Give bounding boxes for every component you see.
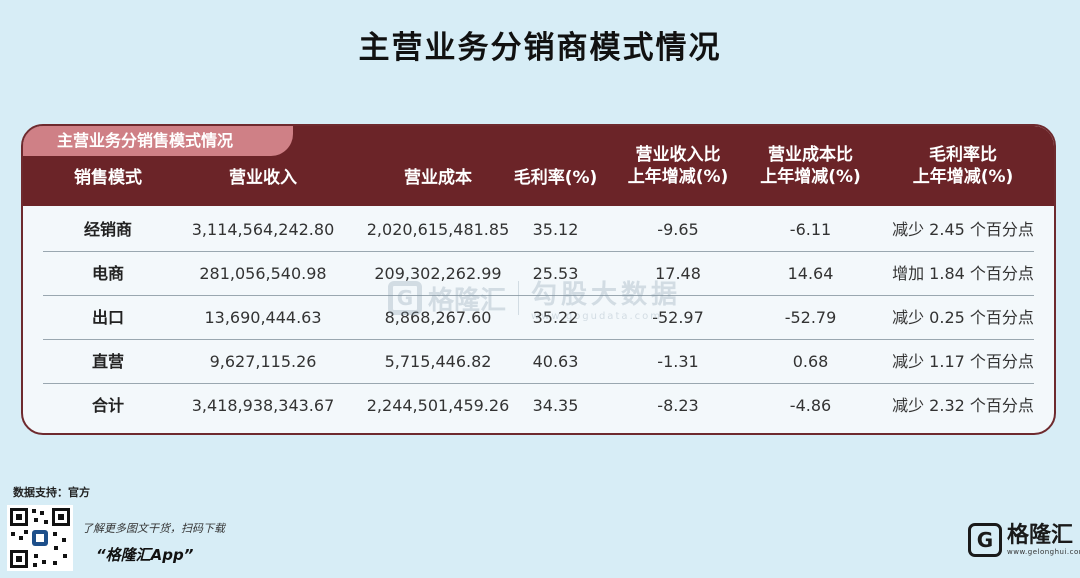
brand-name: 格隆汇 [1007, 523, 1074, 548]
column-header-gross-margin: 毛利率(%) [513, 168, 598, 188]
data-source-note: 数据支持：官方 [13, 486, 90, 499]
table-cell: -8.23 [657, 396, 699, 415]
column-header-revenue: 营业收入 [229, 168, 297, 188]
download-tagline: 了解更多图文干货，扫码下载 [82, 522, 225, 535]
table-row: 合计 3,418,938,343.67 2,244,501,459.26 34.… [23, 384, 1054, 428]
table-cell: -6.11 [789, 220, 832, 239]
watermark-url: www.gogudata.com [531, 311, 663, 322]
table-cell: 经销商 [83, 220, 132, 239]
table-cell: -52.79 [784, 308, 837, 327]
table-cell: 减少 2.45 个百分点 [892, 220, 1034, 239]
gelonghui-logo-icon: G [968, 523, 1002, 557]
column-header-cost-change: 营业成本比 上年增减(%) [760, 145, 861, 187]
watermark-text: 勾股大数据 [531, 280, 682, 310]
table-cell: 减少 2.32 个百分点 [892, 396, 1034, 415]
table-cell: -4.86 [789, 396, 832, 415]
table-cell: 34.35 [532, 396, 579, 415]
table-cell: 电商 [91, 264, 124, 283]
table-header: 主营业务分销售模式情况 销售模式 营业收入 营业成本 毛利率(%) 营业收入比 … [23, 126, 1054, 206]
table-cell: -1.31 [657, 352, 699, 371]
app-name: “格隆汇App” [96, 546, 194, 564]
brand-url: www.gelonghui.com [1007, 548, 1080, 556]
table-cell: 直营 [91, 352, 124, 371]
table-cell: 0.68 [792, 352, 829, 371]
table-cell: 13,690,444.63 [204, 308, 322, 327]
table-cell: 3,418,938,343.67 [191, 396, 335, 415]
qr-code-icon[interactable] [7, 505, 73, 571]
table-row: 直营 9,627,115.26 5,715,446.82 40.63 -1.31… [23, 340, 1054, 384]
page-title: 主营业务分销商模式情况 [358, 30, 722, 66]
table-cell: 合计 [91, 396, 124, 415]
watermark-divider [518, 281, 520, 315]
table-cell: 9,627,115.26 [209, 352, 317, 371]
table-cell: 增加 1.84 个百分点 [892, 264, 1034, 283]
table-cell: 减少 0.25 个百分点 [892, 308, 1034, 327]
table-cell: 减少 1.17 个百分点 [892, 352, 1034, 371]
table-cell: 14.64 [787, 264, 834, 283]
table-cell: 281,056,540.98 [199, 264, 327, 283]
gelonghui-logo-icon: G [388, 281, 422, 315]
table-cell: 出口 [91, 308, 124, 327]
column-header-sales-mode: 销售模式 [74, 168, 142, 188]
table-cell: 3,114,564,242.80 [191, 220, 335, 239]
table-cell: -9.65 [657, 220, 699, 239]
data-table: 主营业务分销售模式情况 销售模式 营业收入 营业成本 毛利率(%) 营业收入比 … [21, 124, 1056, 435]
table-subtitle: 主营业务分销售模式情况 [23, 126, 293, 156]
table-row: 经销商 3,114,564,242.80 2,020,615,481.85 35… [23, 208, 1054, 252]
column-header-revenue-change: 营业收入比 上年增减(%) [627, 145, 729, 187]
watermark: G 格隆汇 勾股大数据 www.gogudata.com [388, 278, 681, 322]
brand-logo: G 格隆汇 www.gelonghui.com [968, 522, 1080, 558]
table-cell: 35.12 [532, 220, 579, 239]
table-cell: 40.63 [532, 352, 579, 371]
column-header-margin-change: 毛利率比 上年增减(%) [912, 145, 1014, 187]
watermark-brand: 格隆汇 [428, 285, 507, 316]
